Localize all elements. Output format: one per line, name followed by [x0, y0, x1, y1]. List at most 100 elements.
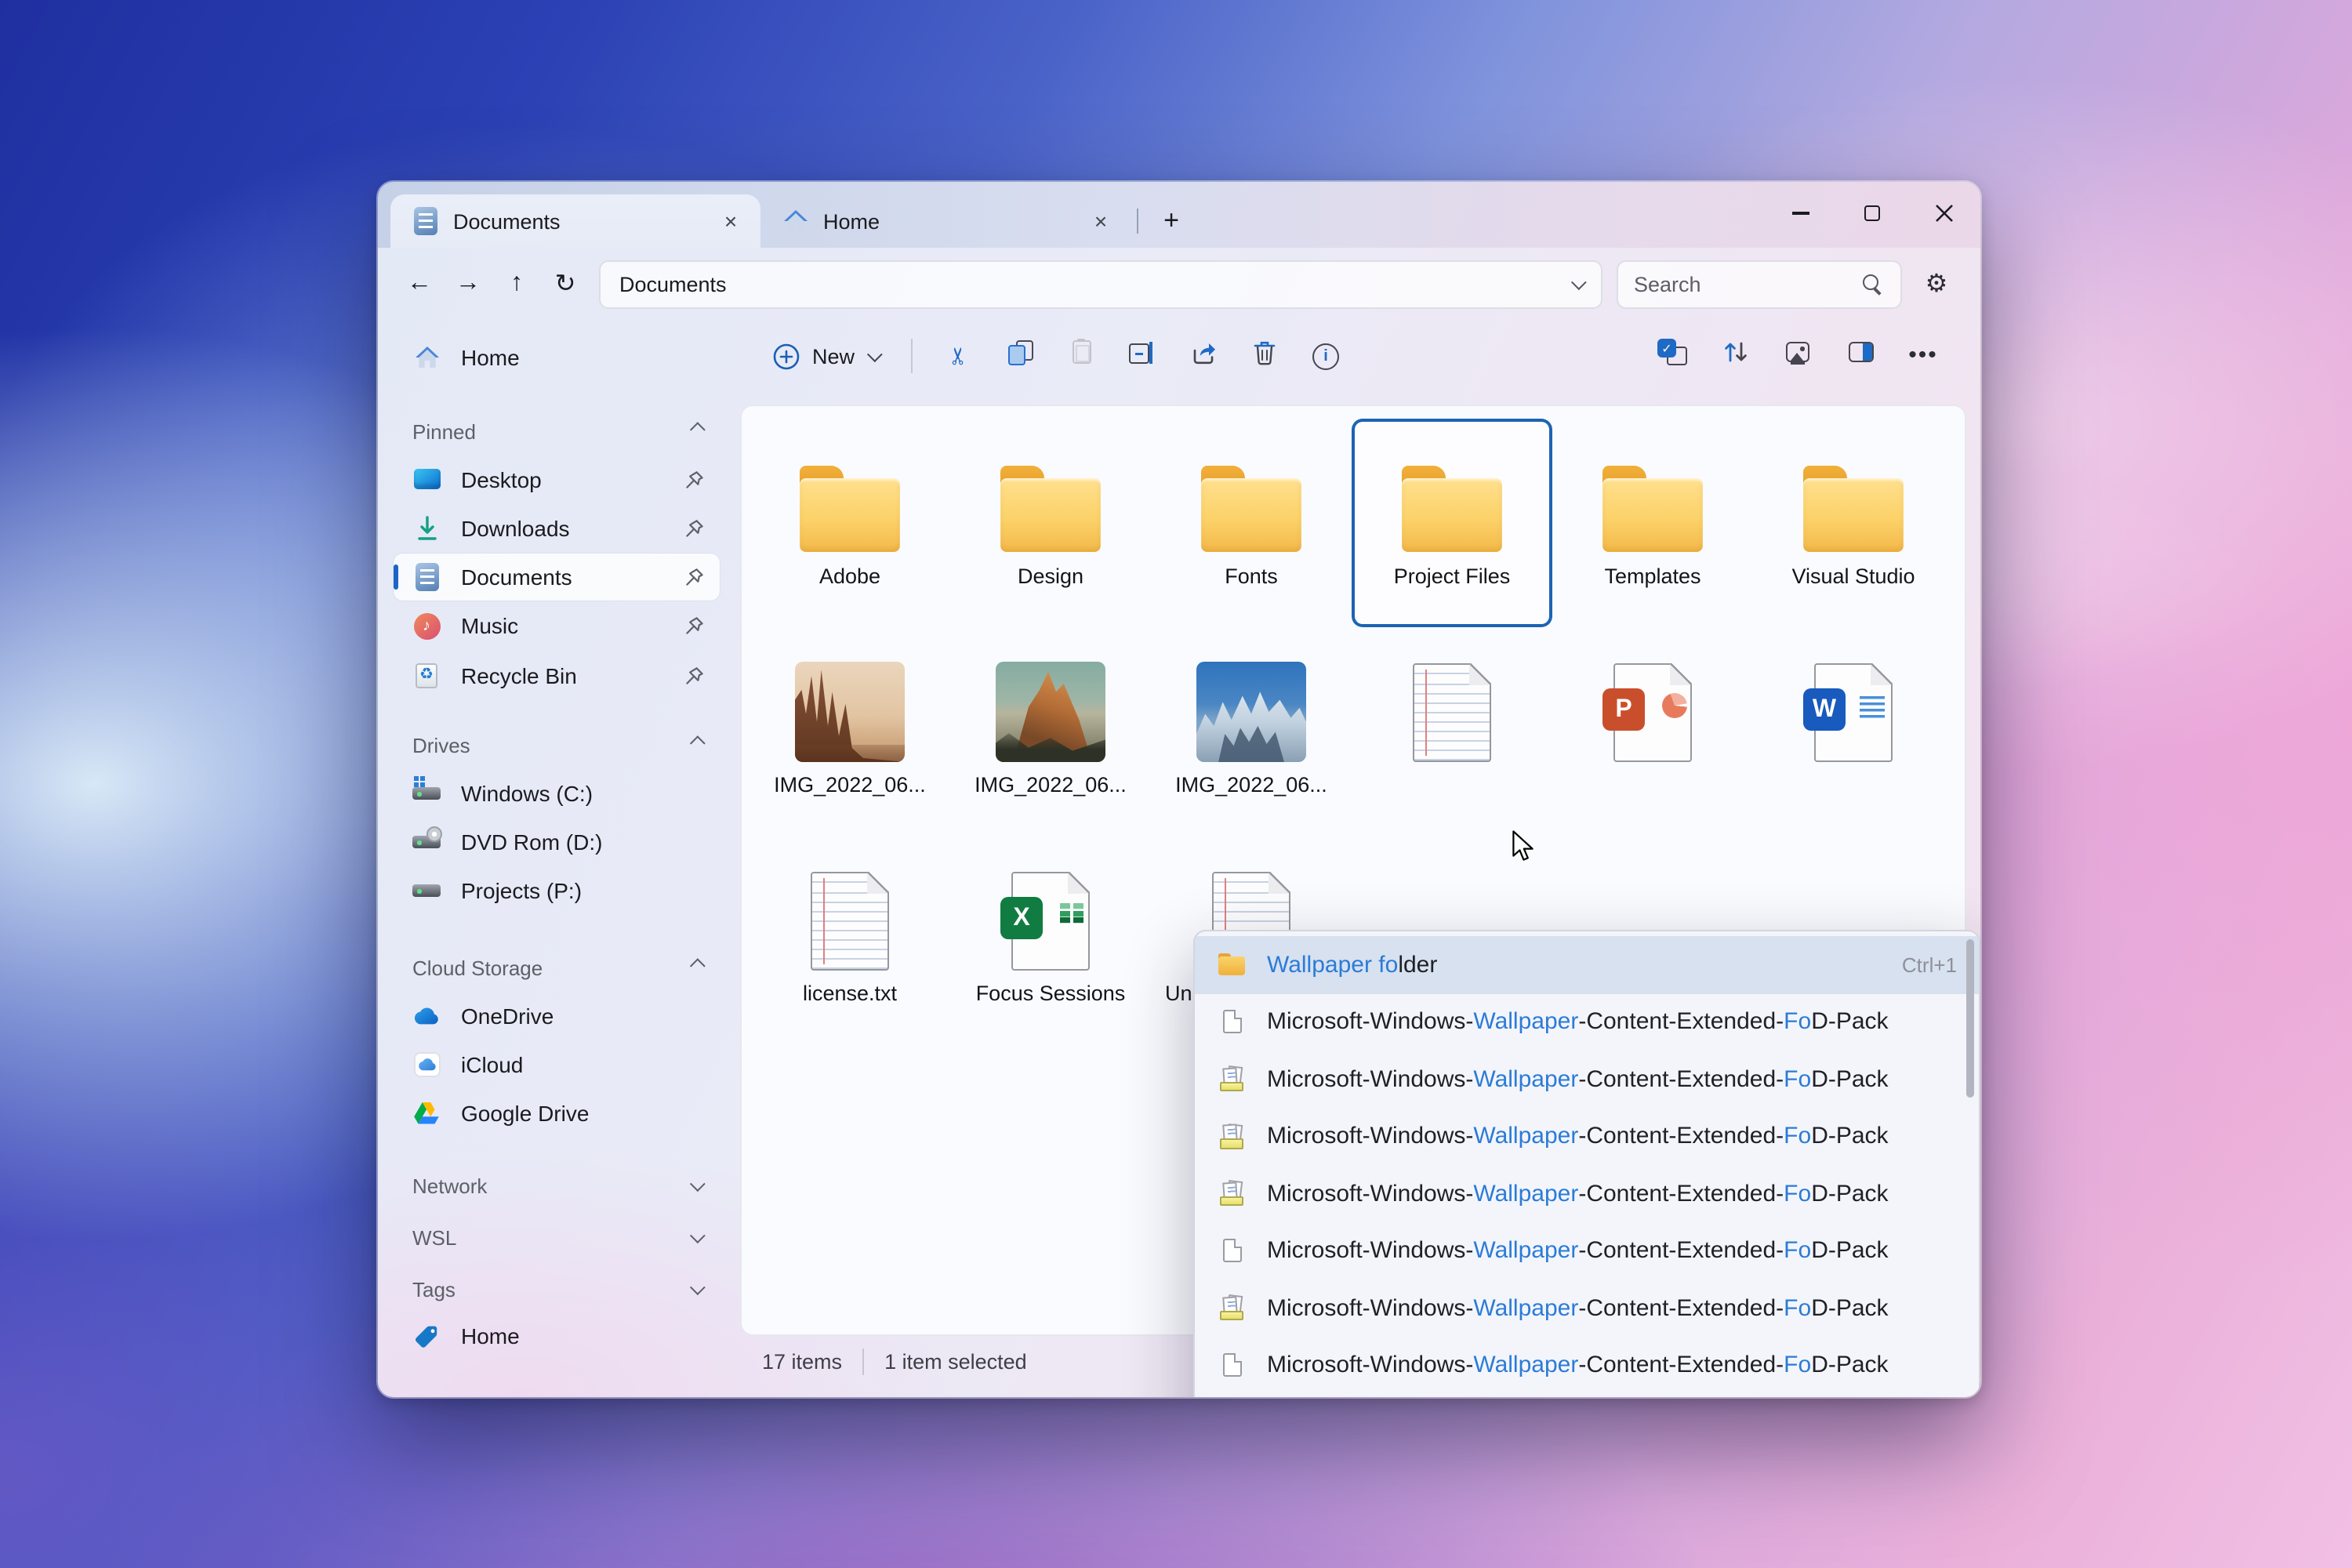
package-small-icon: [1218, 1294, 1247, 1323]
toolbar: New ✂ i •••: [735, 320, 1980, 392]
file-item[interactable]: license.txt: [750, 836, 950, 1044]
folder-item[interactable]: Adobe: [750, 419, 950, 627]
suggestion-row[interactable]: Microsoft-Windows-Wallpaper-Content-Exte…: [1195, 1165, 1979, 1222]
folder-icon: [1400, 466, 1504, 554]
close-button[interactable]: [1908, 182, 1980, 245]
item-label: IMG_2022_06...: [975, 773, 1127, 797]
suggestion-row[interactable]: Microsoft-Windows-Wallpaper-Content-Exte…: [1195, 1051, 1979, 1108]
info-button[interactable]: i: [1297, 331, 1355, 381]
sidebar-item-label: Downloads: [461, 516, 570, 541]
copy-button[interactable]: [991, 331, 1049, 381]
document-icon: [412, 563, 441, 591]
address-bar[interactable]: Documents: [599, 260, 1602, 308]
refresh-button[interactable]: ↻: [543, 261, 588, 307]
folder-item[interactable]: Fonts: [1151, 419, 1352, 627]
chevron-up-icon: [690, 422, 706, 437]
file-item[interactable]: IMG_2022_06...: [750, 627, 950, 836]
sidebar-item-projects-p-[interactable]: Projects (P:): [394, 868, 720, 915]
tab-bar: Documents × Home × +: [378, 182, 1980, 248]
sidebar-item-label: iCloud: [461, 1052, 523, 1077]
sidebar-item-windows-c-[interactable]: Windows (C:): [394, 770, 720, 817]
suggestion-row[interactable]: Microsoft-Windows-Wallpaper-Content-Exte…: [1195, 1222, 1979, 1279]
search-placeholder: Search: [1634, 272, 1701, 296]
sort-button[interactable]: [1706, 331, 1764, 381]
folder-item[interactable]: Project Files: [1352, 419, 1552, 627]
sidebar-item-home[interactable]: Home: [394, 1313, 720, 1360]
sidebar-item-onedrive[interactable]: OneDrive: [394, 992, 720, 1039]
sidebar-item-dvd-rom-d-[interactable]: DVD Rom (D:): [394, 818, 720, 866]
new-button-label: New: [812, 344, 855, 368]
address-text: Documents: [619, 272, 727, 296]
new-button[interactable]: New: [757, 331, 894, 381]
maximize-button[interactable]: [1836, 182, 1908, 245]
search-input[interactable]: Search: [1617, 260, 1902, 308]
suggestion-row[interactable]: Microsoft-Windows-Wallpaper-Content-Exte…: [1195, 1108, 1979, 1165]
suggestion-row[interactable]: Microsoft-Windows-Wallpaper-Content-Exte…: [1195, 1337, 1979, 1394]
sidebar-item-google-drive[interactable]: Google Drive: [394, 1090, 720, 1137]
chevron-down-icon: [690, 1279, 706, 1294]
item-label: Visual Studio: [1791, 564, 1915, 588]
sidebar-item-recycle-bin[interactable]: ♻Recycle Bin: [394, 652, 720, 699]
new-tab-button[interactable]: +: [1151, 201, 1192, 241]
close-tab-icon[interactable]: ×: [713, 204, 748, 238]
search-icon: [1861, 272, 1885, 296]
file-item[interactable]: [1352, 627, 1552, 836]
view-thumbnails-button[interactable]: [1769, 331, 1827, 381]
more-button[interactable]: •••: [1894, 331, 1952, 381]
suggestion-row[interactable]: Wallpaper folderCtrl+1: [1195, 936, 1979, 993]
folder-item[interactable]: Templates: [1552, 419, 1753, 627]
sidebar-item-music[interactable]: ♪Music: [394, 603, 720, 650]
sidebar-item-documents[interactable]: Documents: [394, 554, 720, 601]
sidebar-section-tags[interactable]: Tags: [394, 1267, 720, 1311]
section-title: Cloud Storage: [412, 956, 543, 980]
sidebar-section-pinned[interactable]: Pinned: [394, 410, 720, 454]
cut-icon: ✂: [949, 341, 968, 371]
file-item[interactable]: XFocus Sessions: [950, 836, 1151, 1044]
details-pane-button[interactable]: [1831, 331, 1889, 381]
sidebar-item-downloads[interactable]: Downloads: [394, 505, 720, 552]
selected-count: 1 item selected: [884, 1350, 1027, 1374]
folder-item[interactable]: Visual Studio: [1753, 419, 1954, 627]
suggestion-row[interactable]: Microsoft-Windows-Wallpaper-Content-Exte…: [1195, 993, 1979, 1051]
paste-button[interactable]: [1052, 331, 1110, 381]
cut-button[interactable]: ✂: [930, 331, 988, 381]
suggestion-row[interactable]: Microsoft-Windows-Wallpaper-Content-Exte…: [1195, 1279, 1979, 1337]
delete-button[interactable]: [1236, 331, 1294, 381]
music-icon: ♪: [412, 612, 441, 641]
sidebar-item-desktop[interactable]: Desktop: [394, 456, 720, 503]
recycle-bin-icon: ♻: [412, 661, 441, 689]
back-button[interactable]: ←: [397, 261, 442, 307]
tab-home[interactable]: Home ×: [760, 194, 1131, 248]
sidebar-section-wsl[interactable]: WSL: [394, 1215, 720, 1259]
share-icon: [1190, 339, 1217, 372]
rename-icon: [1129, 341, 1156, 371]
scrollbar-thumb[interactable]: [1966, 939, 1974, 1098]
share-button[interactable]: [1174, 331, 1232, 381]
file-item[interactable]: IMG_2022_06...: [950, 627, 1151, 836]
sidebar-item-home[interactable]: Home: [394, 335, 720, 382]
drive-windows-icon: [412, 779, 441, 808]
item-label: license.txt: [803, 982, 897, 1005]
tab-documents[interactable]: Documents ×: [390, 194, 760, 248]
minimize-button[interactable]: [1764, 182, 1836, 245]
up-button[interactable]: ↑: [494, 261, 539, 307]
suggestion-row[interactable]: Microsoft-Windows-Wallpaper-Content-Exte…: [1195, 1394, 1979, 1397]
chevron-down-icon[interactable]: [1571, 274, 1587, 289]
file-item[interactable]: P: [1552, 627, 1753, 836]
downloads-icon: [412, 514, 441, 543]
sidebar-item-icloud[interactable]: iCloud: [394, 1041, 720, 1088]
sidebar-section-network[interactable]: Network: [394, 1163, 720, 1207]
folder-icon: [1200, 466, 1303, 554]
sidebar-section-cloud-storage[interactable]: Cloud Storage: [394, 946, 720, 990]
settings-button[interactable]: ⚙: [1911, 260, 1962, 307]
forward-button[interactable]: →: [445, 261, 491, 307]
rename-button[interactable]: [1113, 331, 1171, 381]
close-tab-icon[interactable]: ×: [1083, 204, 1118, 238]
sidebar-section-drives[interactable]: Drives: [394, 724, 720, 768]
select-multiple-button[interactable]: [1643, 331, 1701, 381]
folder-item[interactable]: Design: [950, 419, 1151, 627]
file-item[interactable]: W: [1753, 627, 1954, 836]
file-item[interactable]: IMG_2022_06...: [1151, 627, 1352, 836]
folder-icon: [798, 466, 902, 554]
info-icon: i: [1312, 343, 1339, 369]
